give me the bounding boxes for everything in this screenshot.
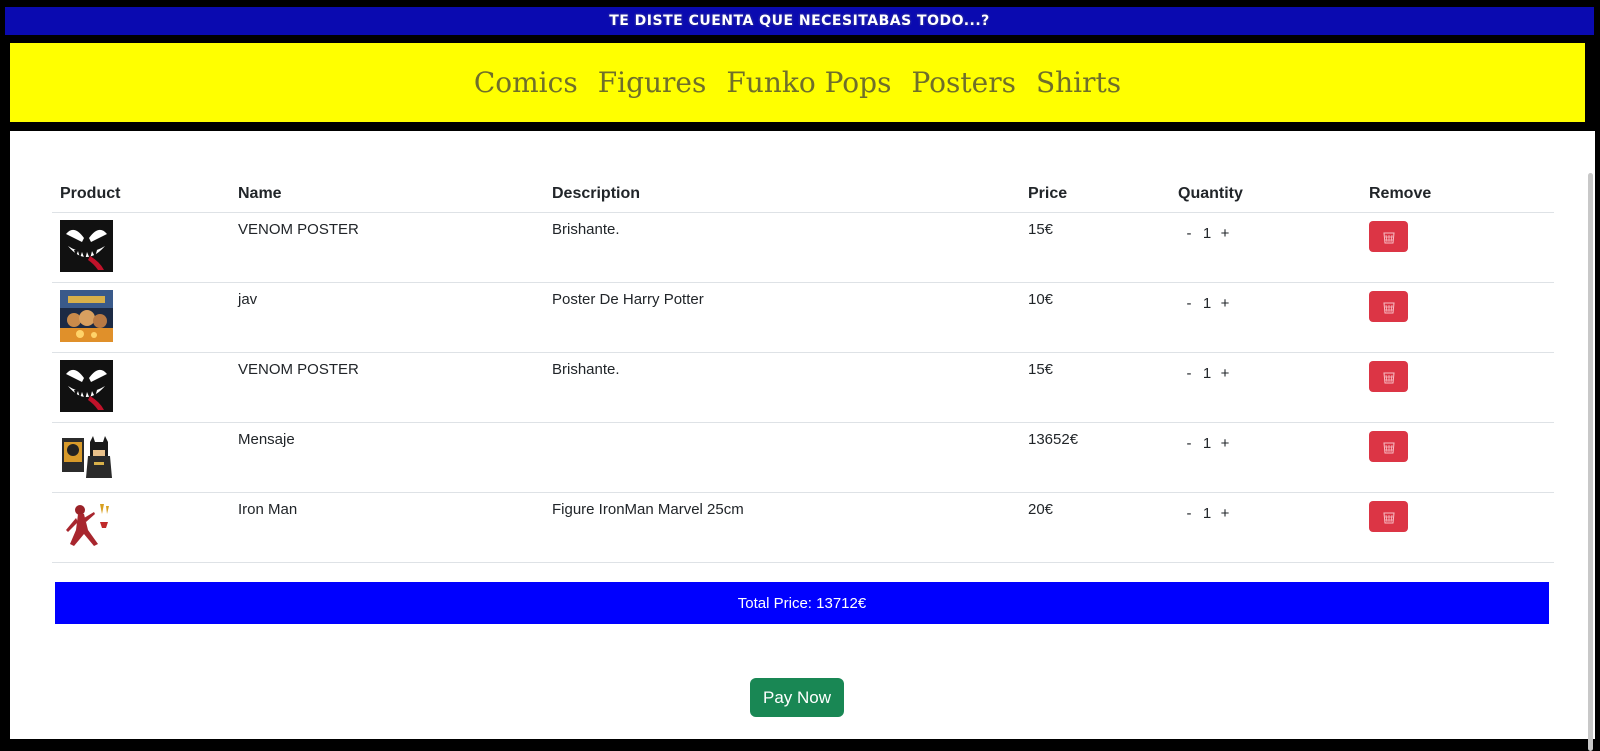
nav-link-shirts[interactable]: Shirts (1036, 66, 1121, 99)
nav-link-comics[interactable]: Comics (474, 66, 578, 99)
quantity-value: 1 (1202, 225, 1212, 242)
venom-image (60, 360, 113, 412)
header-remove: Remove (1361, 176, 1554, 213)
table-row: jav Poster De Harry Potter 10€ - 1 + (52, 282, 1554, 353)
harry-potter-image (60, 290, 113, 342)
header-quantity: Quantity (1170, 176, 1361, 213)
remove-button[interactable] (1369, 501, 1408, 532)
trash-icon (1382, 512, 1395, 523)
promo-banner: TE DISTE CUENTA QUE NECESITABAS TODO...? (5, 7, 1594, 35)
venom-image (60, 220, 113, 272)
header-name: Name (230, 176, 544, 213)
product-price: 15€ (1020, 352, 1170, 423)
decrease-quantity-button[interactable]: - (1180, 435, 1198, 452)
quantity-stepper: - 1 + (1180, 225, 1353, 242)
quantity-stepper: - 1 + (1180, 365, 1353, 382)
table-row: Mensaje 13652€ - 1 + (52, 422, 1554, 493)
decrease-quantity-button[interactable]: - (1180, 225, 1198, 242)
nav-link-funko-pops[interactable]: Funko Pops (726, 66, 891, 99)
product-name: Iron Man (230, 492, 544, 563)
product-name: jav (230, 282, 544, 353)
cart-table: Product Name Description Price Quantity … (52, 176, 1554, 563)
quantity-value: 1 (1202, 365, 1212, 382)
decrease-quantity-button[interactable]: - (1180, 505, 1198, 522)
table-row: VENOM POSTER Brishante. 15€ - 1 + (52, 352, 1554, 423)
increase-quantity-button[interactable]: + (1216, 435, 1234, 452)
product-name: Mensaje (230, 422, 544, 493)
quantity-stepper: - 1 + (1180, 435, 1353, 452)
product-description (544, 422, 1020, 493)
product-price: 15€ (1020, 212, 1170, 283)
nav-link-figures[interactable]: Figures (598, 66, 707, 99)
quantity-stepper: - 1 + (1180, 505, 1353, 522)
table-header-row: Product Name Description Price Quantity … (52, 176, 1554, 213)
trash-icon (1382, 302, 1395, 313)
trash-icon (1382, 442, 1395, 453)
increase-quantity-button[interactable]: + (1216, 365, 1234, 382)
product-name: VENOM POSTER (230, 212, 544, 283)
quantity-value: 1 (1202, 505, 1212, 522)
header-description: Description (544, 176, 1020, 213)
pay-now-button[interactable]: Pay Now (750, 678, 844, 717)
product-description: Figure IronMan Marvel 25cm (544, 492, 1020, 563)
product-price: 10€ (1020, 282, 1170, 353)
product-description: Brishante. (544, 212, 1020, 283)
quantity-value: 1 (1202, 295, 1212, 312)
product-price: 20€ (1020, 492, 1170, 563)
banner-text: TE DISTE CUENTA QUE NECESITABAS TODO...? (609, 13, 990, 29)
header-price: Price (1020, 176, 1170, 213)
remove-button[interactable] (1369, 361, 1408, 392)
nav-link-posters[interactable]: Posters (911, 66, 1016, 99)
product-price: 13652€ (1020, 422, 1170, 493)
trash-icon (1382, 232, 1395, 243)
ironman-figure-image (60, 500, 113, 552)
batman-funko-image (60, 430, 113, 482)
scrollbar[interactable] (1588, 173, 1593, 751)
quantity-value: 1 (1202, 435, 1212, 452)
product-description: Poster De Harry Potter (544, 282, 1020, 353)
total-price-bar: Total Price: 13712€ (55, 582, 1549, 624)
cart-content: Product Name Description Price Quantity … (10, 131, 1595, 751)
product-name: VENOM POSTER (230, 352, 544, 423)
decrease-quantity-button[interactable]: - (1180, 365, 1198, 382)
quantity-stepper: - 1 + (1180, 295, 1353, 312)
increase-quantity-button[interactable]: + (1216, 295, 1234, 312)
remove-button[interactable] (1369, 221, 1408, 252)
increase-quantity-button[interactable]: + (1216, 505, 1234, 522)
trash-icon (1382, 372, 1395, 383)
product-description: Brishante. (544, 352, 1020, 423)
category-navbar: Comics Figures Funko Pops Posters Shirts (10, 43, 1585, 122)
total-price-text: Total Price: 13712€ (737, 594, 867, 612)
increase-quantity-button[interactable]: + (1216, 225, 1234, 242)
decrease-quantity-button[interactable]: - (1180, 295, 1198, 312)
table-row: VENOM POSTER Brishante. 15€ - 1 + (52, 212, 1554, 283)
header-product: Product (52, 176, 230, 213)
remove-button[interactable] (1369, 291, 1408, 322)
table-row: Iron Man Figure IronMan Marvel 25cm 20€ … (52, 492, 1554, 563)
remove-button[interactable] (1369, 431, 1408, 462)
